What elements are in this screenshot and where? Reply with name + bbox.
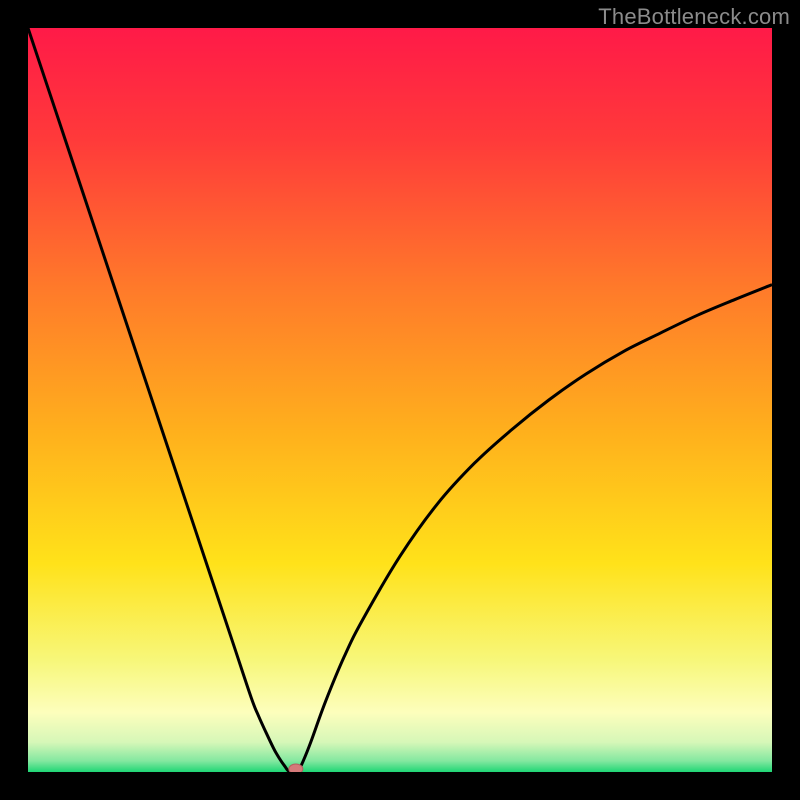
- gradient-background: [28, 28, 772, 772]
- chart-frame: TheBottleneck.com: [0, 0, 800, 800]
- watermark-text: TheBottleneck.com: [598, 4, 790, 30]
- optimum-marker: [289, 764, 303, 772]
- plot-area: [28, 28, 772, 772]
- chart-svg: [28, 28, 772, 772]
